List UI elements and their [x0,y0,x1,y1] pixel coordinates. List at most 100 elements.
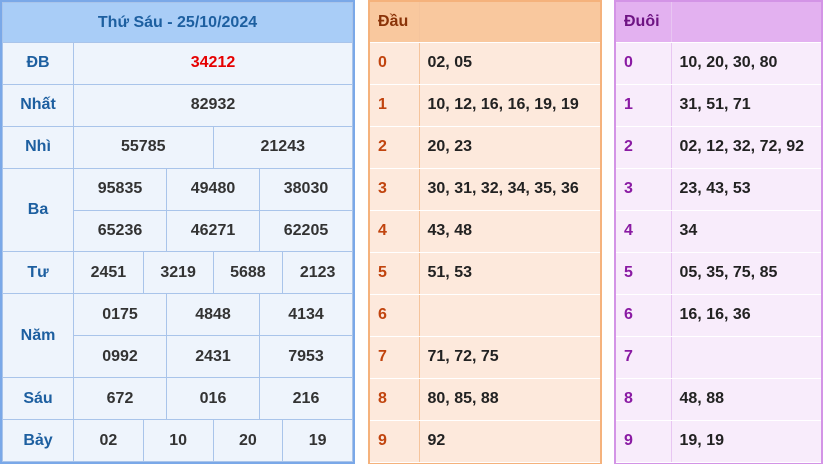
prize-nam-value: 4848 [166,293,260,337]
head-digit: 0 [370,42,420,85]
tail-row: 4 34 [616,210,821,253]
prize-sau-value: 016 [166,377,260,421]
tail-values: 19, 19 [671,420,821,463]
head-values: 30, 31, 32, 34, 35, 36 [419,168,600,211]
row-db: ĐB 34212 [2,42,353,85]
tail-values: 16, 16, 36 [671,294,821,337]
head-digit-table: Đầu 0 02, 05 1 10, 12, 16, 16, 19, 19 2 20,… [370,2,600,463]
tail-row: 7 [616,336,821,379]
head-digit: 3 [370,168,420,211]
row-nam: Năm 0175 4848 4134 [2,293,353,379]
tail-table-header: Đuôi [616,2,821,43]
prize-ba-value: 49480 [166,167,260,211]
tail-header-blank [671,2,821,43]
tail-digit: 6 [616,294,672,337]
results-table: Thứ Sáu - 25/10/2024 ĐB 34212 Nhất 82932… [2,2,353,462]
label-tu: Tư [2,251,74,295]
tail-digit: 3 [616,168,672,211]
tail-row: 8 48, 88 [616,378,821,421]
head-header-label: Đầu [370,2,420,43]
head-digit: 9 [370,420,420,463]
prize-nam-value: 7953 [259,335,353,379]
tail-digit: 4 [616,210,672,253]
prize-nam-value: 0992 [73,335,167,379]
head-digit: 1 [370,84,420,127]
prize-bay-value: 19 [282,419,353,462]
head-table-header: Đầu [370,2,600,43]
head-digit: 2 [370,126,420,169]
head-row: 8 80, 85, 88 [370,378,600,421]
head-row: 2 20, 23 [370,126,600,169]
label-db: ĐB [2,42,74,85]
prize-ba-value: 65236 [73,209,167,253]
results-title: Thứ Sáu - 25/10/2024 [2,2,353,43]
prize-bay-value: 10 [142,419,214,462]
tail-digit: 7 [616,336,672,379]
tail-row: 1 31, 51, 71 [616,84,821,127]
head-row: 5 51, 53 [370,252,600,295]
tail-digit: 8 [616,378,672,421]
tail-values: 02, 12, 32, 72, 92 [671,126,821,169]
label-sau: Sáu [2,377,74,421]
row-nhi: Nhì 55785 21243 [2,125,353,169]
tail-digit: 0 [616,42,672,85]
prize-sau-value: 672 [73,377,167,421]
head-values [419,294,600,337]
tail-digit: 2 [616,126,672,169]
results-panel: Thứ Sáu - 25/10/2024 ĐB 34212 Nhất 82932… [0,0,355,464]
label-nhi: Nhì [2,125,74,169]
tail-values: 34 [671,210,821,253]
prize-tu-value: 2123 [282,251,353,295]
row-nhat: Nhất 82932 [2,83,353,127]
head-digit: 5 [370,252,420,295]
tail-digit: 5 [616,252,672,295]
head-values: 20, 23 [419,126,600,169]
head-row: 6 [370,294,600,337]
prize-nhi-value: 55785 [73,125,214,169]
row-bay: Bảy 02 10 20 19 [2,419,353,462]
head-values: 02, 05 [419,42,600,85]
row-sau: Sáu 672 016 216 [2,377,353,421]
tail-digit: 1 [616,84,672,127]
prize-tu-value: 5688 [212,251,284,295]
prize-bay-value: 02 [73,419,144,462]
prize-bay-value: 20 [212,419,284,462]
tail-digit-panel: Đuôi 0 10, 20, 30, 80 1 31, 51, 71 2 02, 12… [614,0,823,464]
tail-header-label: Đuôi [616,2,672,43]
head-values: 43, 48 [419,210,600,253]
head-row: 1 10, 12, 16, 16, 19, 19 [370,84,600,127]
head-values: 71, 72, 75 [419,336,600,379]
prize-tu-value: 2451 [73,251,144,295]
tail-row: 3 23, 43, 53 [616,168,821,211]
head-digit: 8 [370,378,420,421]
tail-row: 5 05, 35, 75, 85 [616,252,821,295]
head-header-blank [419,2,600,43]
row-ba: Ba 95835 49480 38030 [2,167,353,253]
tail-values [671,336,821,379]
tail-row: 2 02, 12, 32, 72, 92 [616,126,821,169]
head-row: 4 43, 48 [370,210,600,253]
prize-db-value: 34212 [73,42,353,85]
head-digit: 4 [370,210,420,253]
tail-digit-table: Đuôi 0 10, 20, 30, 80 1 31, 51, 71 2 02, 12… [616,2,821,463]
prize-ba-value: 46271 [166,209,260,253]
prize-nam-value: 0175 [73,293,167,337]
label-nam: Năm [2,293,74,379]
prize-ba-value: 62205 [259,209,353,253]
head-digit-panel: Đầu 0 02, 05 1 10, 12, 16, 16, 19, 19 2 20,… [368,0,602,464]
head-digit: 6 [370,294,420,337]
tail-values: 10, 20, 30, 80 [671,42,821,85]
prize-sau-value: 216 [259,377,353,421]
head-row: 7 71, 72, 75 [370,336,600,379]
prize-ba-value: 95835 [73,167,167,211]
prize-nam-value: 2431 [166,335,260,379]
prize-tu-value: 3219 [142,251,214,295]
tail-values: 48, 88 [671,378,821,421]
head-values: 80, 85, 88 [419,378,600,421]
label-nhat: Nhất [2,83,74,127]
head-values: 10, 12, 16, 16, 19, 19 [419,84,600,127]
prize-nhi-value: 21243 [212,125,353,169]
head-digit: 7 [370,336,420,379]
tail-digit: 9 [616,420,672,463]
head-row: 9 92 [370,420,600,463]
